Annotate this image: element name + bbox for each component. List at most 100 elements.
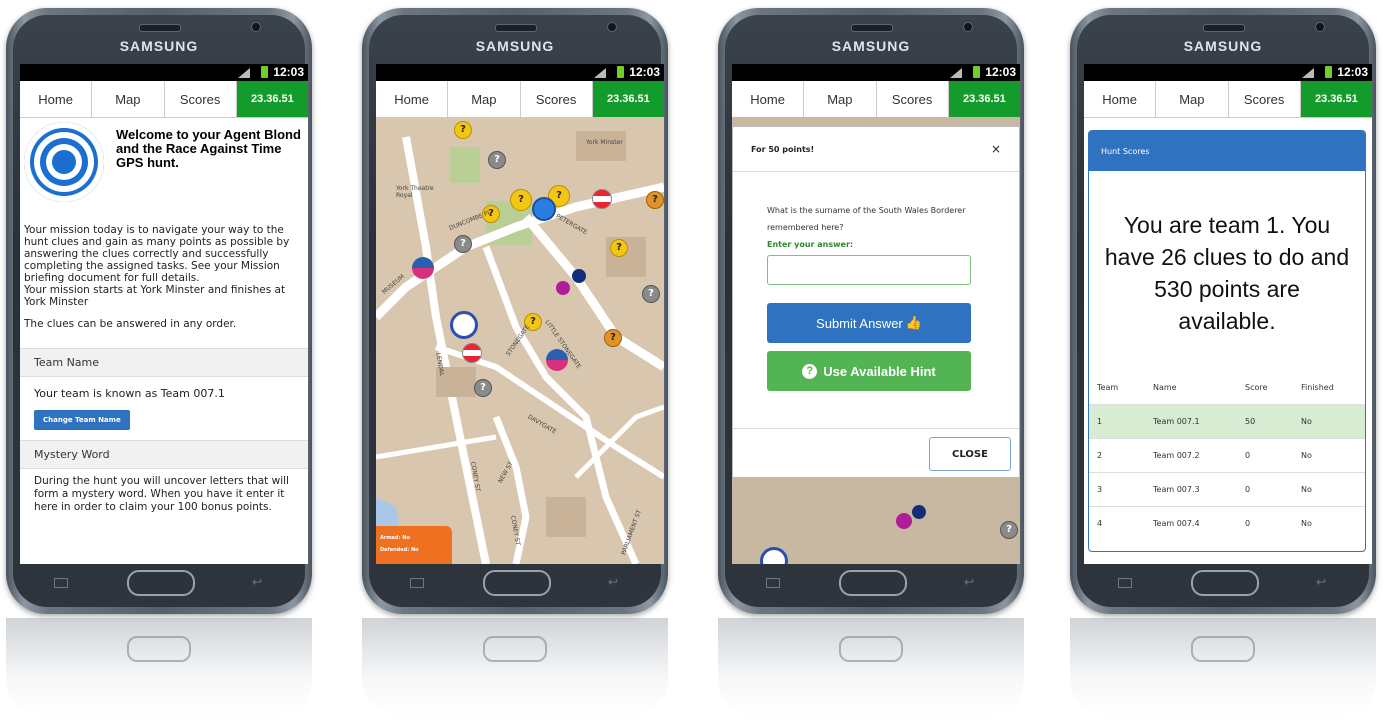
menu-softkey-icon[interactable] (54, 578, 68, 588)
map-label: York Minster (586, 139, 623, 146)
front-camera (1315, 22, 1325, 32)
home-button[interactable] (1191, 570, 1259, 596)
camera-task-icon (760, 547, 788, 564)
home-button[interactable] (483, 570, 551, 596)
brand-label: SAMSUNG (831, 38, 911, 54)
intro-block: Welcome to your Agent Blond and the Race… (20, 118, 308, 210)
player-location-icon (532, 197, 556, 221)
modal-header: For 50 points! × (733, 127, 1019, 172)
start-text: Your mission starts at York Minster and … (24, 284, 286, 308)
pin-marker-icon[interactable] (556, 281, 570, 295)
clue-marker[interactable]: ? (454, 235, 472, 253)
home-button[interactable] (127, 570, 195, 596)
close-icon[interactable]: × (991, 142, 1001, 156)
nav-scores[interactable]: Scores (165, 81, 237, 117)
back-softkey-icon[interactable]: ↩ (608, 575, 618, 589)
battery-icon (617, 66, 624, 78)
nav-map[interactable]: Map (448, 81, 521, 117)
nav-map[interactable]: Map (92, 81, 165, 117)
cell-finished: No (1301, 485, 1312, 494)
nav-map[interactable]: Map (1156, 81, 1229, 117)
submit-answer-button[interactable]: Submit Answer 👍 (767, 303, 971, 343)
camera-task-icon[interactable] (450, 311, 478, 339)
table-header: Team Name Score Finished (1089, 371, 1365, 404)
flag-marker-icon[interactable] (462, 343, 482, 363)
back-softkey-icon[interactable]: ↩ (252, 575, 262, 589)
nav-home[interactable]: Home (376, 81, 449, 117)
cell-name: Team 007.3 (1153, 485, 1200, 494)
brand-label: SAMSUNG (1183, 38, 1263, 54)
nav-scores[interactable]: Scores (521, 81, 593, 117)
pin-marker-icon (912, 505, 926, 519)
order-text: The clues can be answered in any order. (24, 318, 237, 330)
signal-icon (950, 68, 962, 78)
phone-question: SAMSUNG 12:03 Home Map Scores 23.36.51 ?… (718, 8, 1024, 614)
cell-name: Team 007.4 (1153, 519, 1200, 528)
top-nav: Home Map Scores 23.36.51 (376, 81, 664, 118)
hunt-map[interactable]: ? ? ? ? ? ? ? ? ? ? ? ? York Minster Yor… (376, 117, 664, 564)
home-button[interactable] (839, 570, 907, 596)
cell-team: 1 (1097, 417, 1103, 426)
front-camera (251, 22, 261, 32)
clue-marker[interactable]: ? (454, 121, 472, 139)
front-camera (963, 22, 973, 32)
pin-marker-icon[interactable] (572, 269, 586, 283)
signal-icon (1302, 68, 1314, 78)
battery-icon (261, 66, 268, 78)
flag-marker-icon[interactable] (592, 189, 612, 209)
clue-marker[interactable]: ? (488, 151, 506, 169)
menu-softkey-icon[interactable] (766, 578, 780, 588)
cell-score: 50 (1245, 417, 1256, 426)
map-label: York Theatre Royal (396, 185, 434, 199)
clue-marker[interactable]: ? (474, 379, 492, 397)
screen-map: 12:03 Home Map Scores 23.36.51 ? ? ? ? ?… (376, 64, 664, 564)
battery-icon (1325, 66, 1332, 78)
phone-home: SAMSUNG 12:03 Home Map Scores 23.36.51 W… (6, 8, 312, 614)
nav-scores[interactable]: Scores (877, 81, 949, 117)
front-camera (607, 22, 617, 32)
phone-reflection (1070, 618, 1376, 718)
use-hint-button[interactable]: ? Use Available Hint (767, 351, 971, 391)
question-icon: ? (802, 363, 818, 379)
table-row: 2 Team 007.2 0 No (1089, 438, 1365, 472)
signal-icon (238, 68, 250, 78)
nav-home[interactable]: Home (20, 81, 93, 117)
nav-scores[interactable]: Scores (1229, 81, 1301, 117)
column-header: Team (1097, 383, 1119, 392)
column-header: Name (1153, 383, 1177, 392)
team-marker-icon[interactable] (412, 257, 434, 279)
status-panel: Armed: No Defended: No (376, 526, 452, 564)
cell-finished: No (1301, 451, 1312, 460)
nav-home[interactable]: Home (732, 81, 805, 117)
close-button[interactable]: CLOSE (929, 437, 1011, 471)
thumbs-up-icon: 👍 (905, 315, 922, 330)
answer-input[interactable] (767, 255, 971, 285)
team-name-text: Your team is known as Team 007.1 (34, 387, 225, 400)
top-nav: Home Map Scores 23.36.51 (20, 81, 308, 118)
clock: 12:03 (629, 65, 660, 79)
nav-home[interactable]: Home (1084, 81, 1157, 117)
cell-score: 0 (1245, 451, 1251, 460)
screen-question: 12:03 Home Map Scores 23.36.51 ? For 50 … (732, 64, 1020, 564)
cell-team: 2 (1097, 451, 1103, 460)
phone-reflection (718, 618, 1024, 718)
cell-score: 0 (1245, 519, 1251, 528)
menu-softkey-icon[interactable] (1118, 578, 1132, 588)
menu-softkey-icon[interactable] (410, 578, 424, 588)
change-team-name-button[interactable]: Change Team Name (34, 410, 130, 430)
clue-marker[interactable]: ? (646, 191, 664, 209)
cell-team: 4 (1097, 519, 1103, 528)
battery-icon (973, 66, 980, 78)
clue-marker[interactable]: ? (642, 285, 660, 303)
screen-scores: 12:03 Home Map Scores 23.36.51 Hunt Scor… (1084, 64, 1372, 564)
clue-marker[interactable]: ? (510, 189, 532, 211)
table-row: 4 Team 007.4 0 No (1089, 506, 1365, 540)
clue-marker[interactable]: ? (610, 239, 628, 257)
mission-text: Your mission today is to navigate your w… (24, 224, 290, 284)
nav-map[interactable]: Map (804, 81, 877, 117)
top-nav: Home Map Scores 23.36.51 (732, 81, 1020, 118)
clue-marker[interactable]: ? (604, 329, 622, 347)
back-softkey-icon[interactable]: ↩ (1316, 575, 1326, 589)
back-softkey-icon[interactable]: ↩ (964, 575, 974, 589)
countdown-timer: 23.36.51 (948, 81, 1020, 117)
